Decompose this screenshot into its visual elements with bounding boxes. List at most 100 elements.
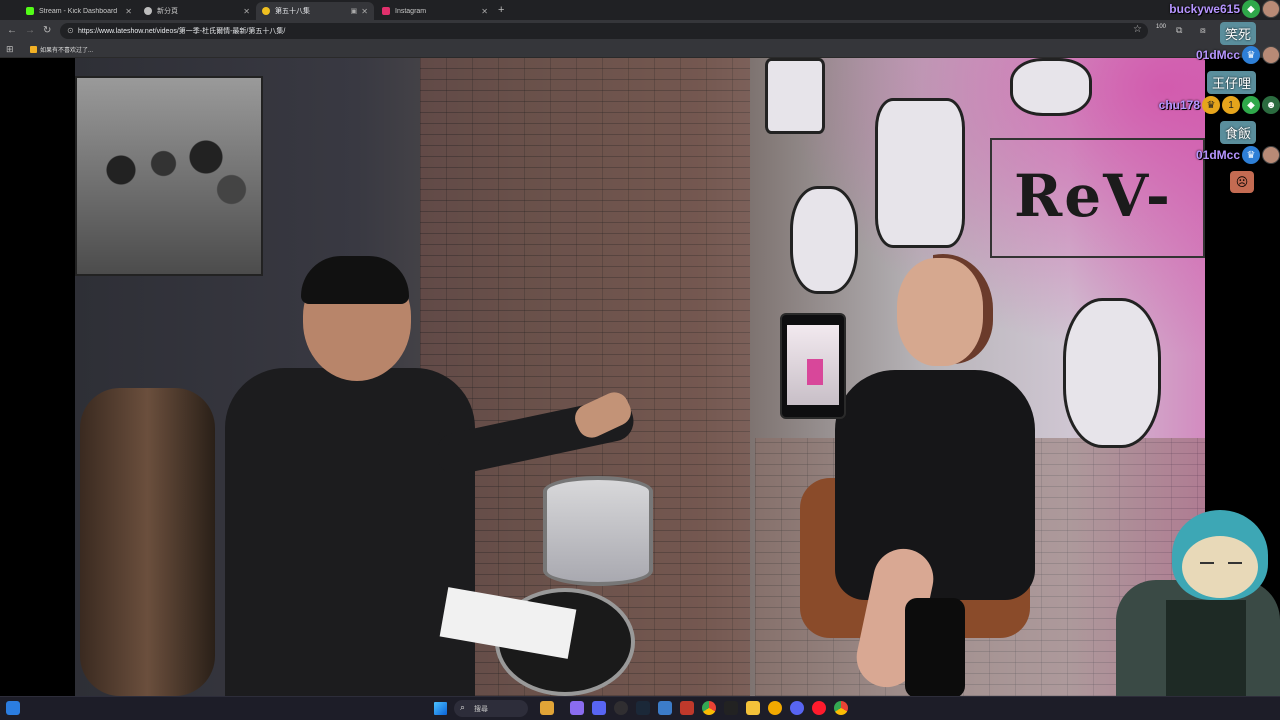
video-player[interactable]: ReV- — [0, 58, 1280, 696]
host-hair — [301, 256, 409, 304]
mail-app-icon[interactable] — [658, 701, 672, 715]
url-text: https://www.lateshow.net/videos/第一季-杜氏爾情… — [78, 28, 286, 35]
lateshow-favicon-icon — [262, 7, 270, 15]
tab-new-tab[interactable]: 新分頁 ✕ — [138, 2, 256, 20]
tab-instagram[interactable]: Instagram ✕ — [376, 2, 494, 20]
snare-drum — [543, 476, 653, 586]
wall-photo — [75, 76, 263, 276]
chat-message: 食飯 — [1219, 121, 1256, 144]
taskbar-search[interactable]: ⌕ 搜尋 — [454, 700, 528, 717]
close-tab-icon[interactable]: ✕ — [125, 7, 132, 16]
avatar — [1262, 0, 1280, 18]
screen: Stream - Kick Dashboard ✕ 新分頁 ✕ 第五十八集 ▣ … — [0, 0, 1280, 720]
snorlax-face — [1182, 536, 1258, 598]
tablet-screen — [787, 325, 839, 405]
sub-badge-icon: ◆ — [1242, 96, 1260, 114]
new-tab-favicon-icon — [144, 7, 152, 15]
opera-icon[interactable] — [812, 701, 826, 715]
new-tab-button[interactable]: + — [498, 4, 504, 16]
tab-title: 第五十八集 — [275, 8, 310, 15]
guest-woman — [835, 370, 1035, 600]
bookmark-item[interactable]: 如果有不喜欢过了... — [30, 45, 93, 54]
portrait-frame — [1063, 298, 1161, 448]
host-man — [225, 368, 475, 696]
chat-message: 笑死 — [1219, 22, 1256, 45]
capcut-icon[interactable] — [724, 701, 738, 715]
snorlax-eye — [1228, 562, 1242, 564]
chrome-alt-icon[interactable] — [834, 701, 848, 715]
forward-icon[interactable]: → — [25, 25, 35, 36]
tab-lateshow[interactable]: 第五十八集 ▣ ✕ — [256, 2, 374, 20]
tab-kick-dashboard[interactable]: Stream - Kick Dashboard ✕ — [20, 2, 138, 20]
chat-line: 王仔哩 — [1206, 71, 1256, 94]
close-tab-icon[interactable]: ✕ — [361, 7, 368, 16]
widgets-icon[interactable] — [6, 701, 20, 715]
chat-line: 01dMcc ♛ — [1196, 46, 1280, 64]
site-info-icon[interactable]: ⊙ — [67, 26, 74, 35]
chat-line: chu178 ♛ 1 ◆ ☻ — [1159, 96, 1280, 114]
bookmark-folder-icon — [30, 46, 37, 53]
search-label: 搜尋 — [474, 706, 488, 713]
bookmark-label: 如果有不喜欢过了... — [40, 48, 94, 54]
apps-grid-icon[interactable]: ⊞ — [6, 44, 14, 55]
chat-app-icon[interactable] — [592, 701, 606, 715]
chat-username: buckywe615 — [1169, 2, 1240, 16]
chat-username: 01dMcc — [1195, 148, 1240, 162]
steam-icon[interactable] — [636, 701, 650, 715]
portrait-frame — [765, 58, 825, 134]
chat-message: 王仔哩 — [1206, 71, 1256, 94]
rank-one-badge-icon: 1 — [1222, 96, 1240, 114]
file-explorer-icon[interactable] — [746, 701, 760, 715]
photos-app-icon[interactable] — [680, 701, 694, 715]
discord-icon[interactable] — [790, 701, 804, 715]
bookmarks-bar: ⊞ 如果有不喜欢过了... — [0, 42, 1280, 58]
snorlax-eye — [1200, 562, 1214, 564]
photo-people — [87, 118, 257, 248]
chrome-icon[interactable] — [702, 701, 716, 715]
crown-badge-icon: ♛ — [1202, 96, 1220, 114]
chat-line: 食飯 — [1219, 121, 1256, 144]
portrait-frame — [875, 98, 965, 248]
instagram-favicon-icon — [382, 7, 390, 15]
black-boot — [905, 598, 965, 696]
chat-line: ☹ — [1230, 171, 1254, 193]
stream-chat-overlay: buckywe615 ◆ 笑死 01dMcc ♛ 王仔哩 chu178 ♛ 1 … — [1140, 0, 1280, 200]
crypto-app-icon[interactable] — [768, 701, 782, 715]
guitar-case — [80, 388, 215, 696]
back-icon[interactable]: ← — [7, 25, 17, 36]
copilot-icon[interactable] — [570, 701, 584, 715]
windows-taskbar: ⌕ 搜尋 — [0, 696, 1280, 720]
guest-head — [897, 258, 983, 366]
reload-icon[interactable]: ↻ — [43, 25, 51, 36]
crown-badge-icon: ♛ — [1242, 146, 1260, 164]
address-bar[interactable]: ⊙ https://www.lateshow.net/videos/第一季-杜氏… — [60, 23, 1148, 39]
obs-icon[interactable] — [614, 701, 628, 715]
close-tab-icon[interactable]: ✕ — [481, 7, 488, 16]
tab-title: Instagram — [395, 7, 427, 15]
streamer-shirt — [1166, 600, 1246, 696]
browser-toolbar: ← → ↻ ⊙ https://www.lateshow.net/videos/… — [0, 20, 1280, 42]
tab-title: 新分頁 — [157, 8, 178, 15]
start-button[interactable] — [434, 702, 447, 715]
sub-badge-icon: ◆ — [1242, 0, 1260, 18]
browser-tab-bar: Stream - Kick Dashboard ✕ 新分頁 ✕ 第五十八集 ▣ … — [0, 0, 1280, 20]
crown-badge-icon: ♛ — [1242, 46, 1260, 64]
kick-favicon-icon — [26, 7, 34, 15]
tab-title: Stream - Kick Dashboard — [39, 7, 118, 15]
portrait-frame — [790, 186, 858, 294]
face-emote-icon: ☹ — [1230, 171, 1254, 193]
media-playing-icon[interactable]: ▣ — [351, 7, 358, 15]
game-app-icon[interactable] — [540, 701, 554, 715]
chat-line: buckywe615 ◆ — [1169, 0, 1280, 18]
avatar — [1262, 46, 1280, 64]
portrait-frame — [1010, 58, 1092, 116]
video-frame: ReV- — [75, 58, 1205, 696]
emote-badge-icon: ☻ — [1262, 96, 1280, 114]
chat-username: chu178 — [1158, 98, 1200, 112]
streamer-webcam — [1116, 500, 1280, 696]
avatar — [1262, 146, 1280, 164]
chat-username: 01dMcc — [1195, 48, 1240, 62]
close-tab-icon[interactable]: ✕ — [243, 7, 250, 16]
search-icon: ⌕ — [460, 702, 466, 712]
chat-line: 01dMcc ♛ — [1196, 146, 1280, 164]
